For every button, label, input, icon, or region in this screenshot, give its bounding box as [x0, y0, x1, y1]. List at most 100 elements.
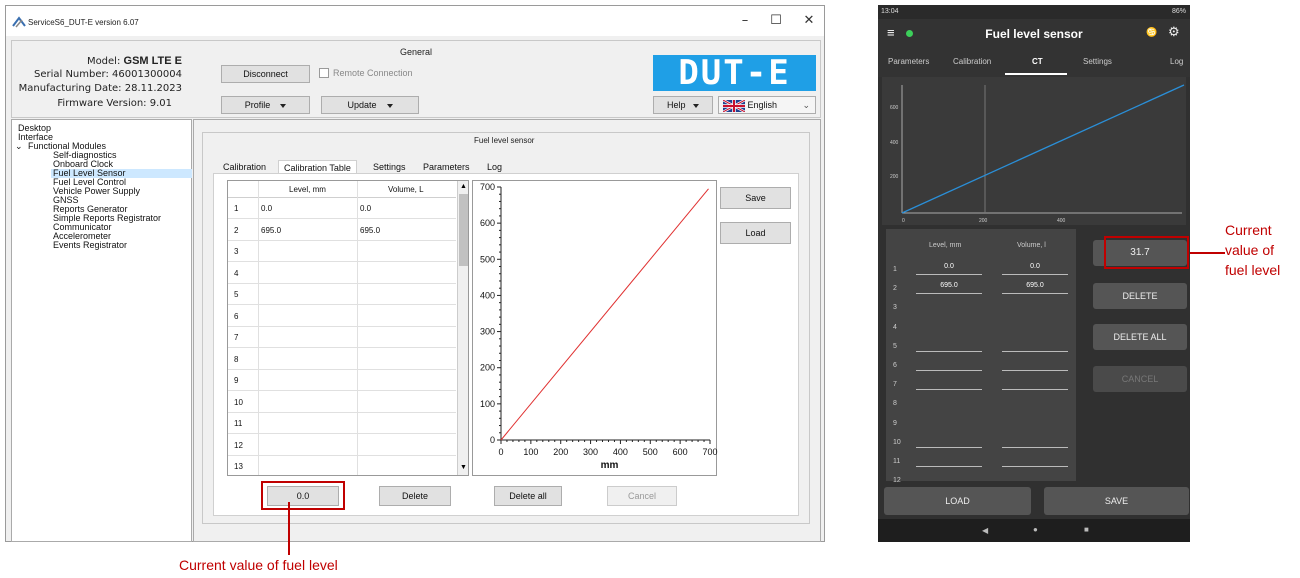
phone-volume-cell[interactable] — [1002, 378, 1068, 391]
phone-table-row[interactable]: 2 695.0 695.0 — [886, 280, 1076, 299]
scroll-down-icon[interactable]: ▼ — [460, 464, 467, 471]
load-button[interactable]: Load — [720, 222, 791, 244]
general-panel: General Model: GSM LTE E Serial Number: … — [11, 40, 821, 118]
phone-table-row[interactable]: 7 — [886, 376, 1076, 395]
level-cell[interactable]: 695.0 — [261, 226, 281, 235]
table-row[interactable]: 10 — [228, 392, 456, 413]
help-dropdown[interactable]: Help — [653, 96, 713, 114]
phone-volume-cell[interactable] — [1002, 359, 1068, 371]
table-row[interactable]: 4 — [228, 263, 456, 284]
phone-table-row[interactable]: 5 — [886, 338, 1076, 357]
phone-save-button[interactable]: SAVE — [1044, 487, 1189, 515]
tab-log[interactable]: Log — [482, 160, 507, 174]
table-row[interactable]: 6 — [228, 306, 456, 327]
phone-level-cell[interactable] — [916, 455, 982, 467]
tree-item-events-registrator[interactable]: Events Registrator — [53, 241, 127, 250]
tree-expand-icon[interactable]: ⌄ — [15, 142, 23, 151]
table-row[interactable]: 11 — [228, 413, 456, 434]
cancel-button[interactable]: Cancel — [607, 486, 677, 506]
tab-calibration[interactable]: Calibration — [218, 160, 271, 174]
volume-cell[interactable]: 0.0 — [360, 204, 371, 213]
tab-ct[interactable]: CT — [1032, 57, 1043, 66]
tab-log[interactable]: Log — [1170, 57, 1183, 66]
phone-table-row[interactable]: 6 — [886, 357, 1076, 376]
phone-table-row[interactable]: 4 — [886, 319, 1076, 338]
android-nav-bar: ◀ ● ■ — [878, 519, 1190, 542]
phone-level-cell[interactable]: 0.0 — [916, 263, 982, 275]
close-button[interactable]: ✕ — [794, 10, 824, 32]
chart-x-tick-label: 500 — [643, 447, 658, 457]
phone-table-row[interactable]: 3 — [886, 299, 1076, 318]
remote-connection-label: Remote Connection — [333, 68, 413, 78]
scrollbar-thumb[interactable] — [459, 194, 468, 266]
phone-table-row[interactable]: 9 — [886, 415, 1076, 434]
row-number: 10 — [234, 397, 243, 407]
user-icon[interactable]: ♋ — [1146, 27, 1157, 38]
phone-table-row[interactable]: 10 — [886, 434, 1076, 453]
phone-delete-button[interactable]: DELETE — [1093, 283, 1187, 309]
maximize-button[interactable]: ☐ — [761, 10, 791, 32]
level-cell[interactable]: 0.0 — [261, 204, 272, 213]
table-row[interactable]: 2 695.0 695.0 — [228, 220, 456, 241]
tab-settings[interactable]: Settings — [368, 160, 411, 174]
serial-row: Serial Number: 46001300004 — [10, 69, 182, 80]
tab-parameters[interactable]: Parameters — [888, 57, 929, 66]
volume-cell[interactable]: 695.0 — [360, 226, 380, 235]
phone-volume-cell[interactable] — [1002, 436, 1068, 448]
tab-calibration[interactable]: Calibration — [953, 57, 991, 66]
fw-row: Firmware Version: 9.01 — [10, 98, 172, 109]
profile-dropdown[interactable]: Profile — [221, 96, 310, 114]
recents-icon[interactable]: ■ — [1084, 525, 1089, 534]
phone-delete-all-button[interactable]: DELETE ALL — [1093, 324, 1187, 350]
phone-volume-cell[interactable]: 695.0 — [1002, 282, 1068, 295]
desktop-window: ServiceS6_DUT-E version 6.07 – ☐ ✕ Gener… — [5, 5, 825, 542]
table-row[interactable]: 13 — [228, 456, 456, 475]
table-row[interactable]: 9 — [228, 370, 456, 391]
delete-button[interactable]: Delete — [379, 486, 451, 506]
table-row[interactable]: 3 — [228, 241, 456, 262]
table-scrollbar[interactable]: ▲ ▼ — [457, 181, 468, 475]
tab-parameters[interactable]: Parameters — [418, 160, 475, 174]
table-row[interactable]: 7 — [228, 327, 456, 348]
annotation-line — [288, 502, 290, 555]
row-number: 1 — [234, 204, 239, 213]
home-icon[interactable]: ● — [1033, 525, 1038, 534]
table-row[interactable]: 12 — [228, 435, 456, 456]
phone-volume-cell[interactable]: 0.0 — [1002, 263, 1068, 275]
phone-volume-cell[interactable] — [1002, 455, 1068, 467]
phone-table-row[interactable]: 8 — [886, 395, 1076, 414]
phone-level-cell[interactable]: 695.0 — [916, 282, 982, 295]
table-row[interactable]: 1 0.0 0.0 — [228, 198, 456, 219]
language-select[interactable]: English ⌄ — [718, 96, 816, 114]
row-number: 2 — [234, 225, 239, 235]
scroll-up-icon[interactable]: ▲ — [460, 183, 467, 190]
phone-volume-cell[interactable] — [1002, 340, 1068, 352]
delete-all-button[interactable]: Delete all — [494, 486, 562, 506]
back-icon[interactable]: ◀ — [982, 526, 988, 535]
phone-row-number: 11 — [893, 458, 901, 465]
phone-title: Fuel level sensor — [985, 27, 1083, 41]
navigation-tree: Desktop Interface ⌄ Functional Modules S… — [11, 119, 192, 542]
phone-table-row[interactable]: 11 — [886, 453, 1076, 472]
update-dropdown[interactable]: Update — [321, 96, 419, 114]
save-button[interactable]: Save — [720, 187, 791, 209]
phone-level-cell[interactable] — [916, 378, 982, 391]
disconnect-button[interactable]: Disconnect — [221, 65, 310, 83]
tab-settings[interactable]: Settings — [1083, 57, 1112, 66]
remote-connection-checkbox[interactable] — [319, 68, 329, 78]
phone-load-button[interactable]: LOAD — [884, 487, 1031, 515]
minimize-button[interactable]: – — [730, 10, 760, 32]
gear-icon[interactable]: ⚙ — [1168, 24, 1180, 40]
chevron-down-icon — [386, 103, 393, 108]
chevron-down-icon: ⌄ — [802, 100, 810, 110]
phone-level-cell[interactable] — [916, 340, 982, 352]
phone-level-cell[interactable] — [916, 436, 982, 448]
table-row[interactable]: 8 — [228, 349, 456, 370]
phone-chart-x-tick: 0 — [902, 218, 905, 224]
phone-cancel-button[interactable]: CANCEL — [1093, 366, 1187, 392]
table-row[interactable]: 5 — [228, 284, 456, 305]
phone-level-cell[interactable] — [916, 359, 982, 371]
calibration-chart: 0 100 200 300 400 500 600 700 0 100 200 300 400 500 60… — [472, 180, 718, 476]
phone-table-row[interactable]: 1 0.0 0.0 — [886, 261, 1076, 280]
phone-chart-y-tick: 600 — [890, 105, 899, 111]
